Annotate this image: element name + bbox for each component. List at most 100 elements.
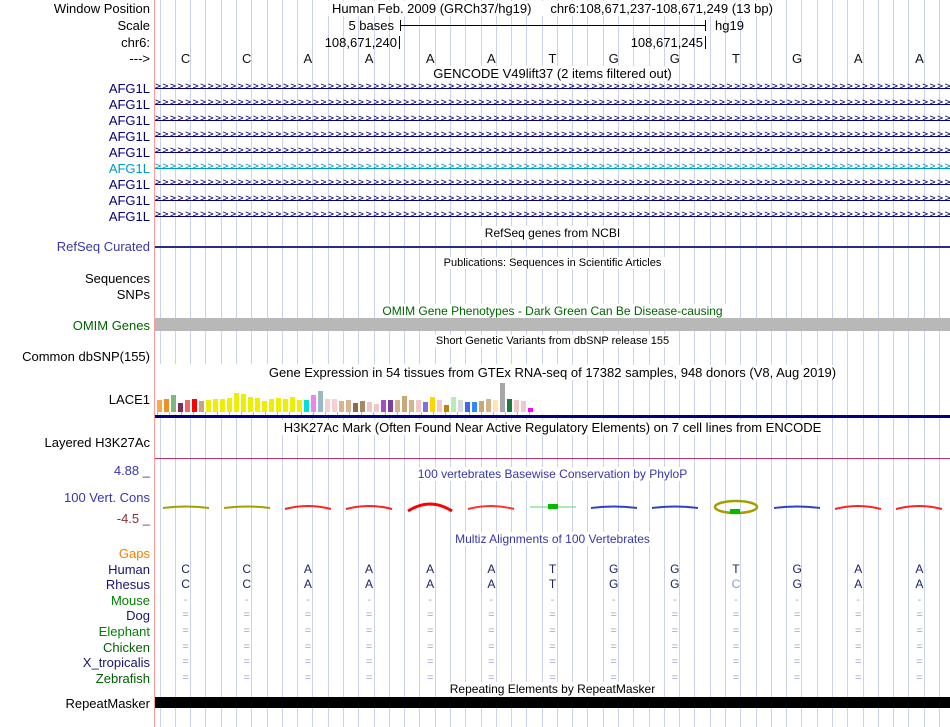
gtex-tissue-bar[interactable] (381, 400, 386, 412)
gtex-tissue-bar[interactable] (472, 402, 477, 412)
gene-row-label[interactable]: AFG1L (0, 82, 150, 95)
multiz-track-title[interactable]: Multiz Alignments of 100 Vertebrates (155, 532, 950, 546)
gtex-tissue-bar[interactable] (346, 400, 351, 412)
gtex-tissue-bar[interactable] (290, 397, 295, 412)
gtex-tissue-bar[interactable] (304, 400, 309, 412)
gene-row-label[interactable]: AFG1L (0, 162, 150, 175)
gtex-tissue-bar[interactable] (409, 400, 414, 412)
gtex-tissue-bar[interactable] (311, 395, 316, 412)
gtex-tissue-bar[interactable] (241, 394, 246, 412)
gene-row[interactable]: >>>>>>>>>>>>>>>>>>>>>>>>>>>>>>>>>>>>>>>>… (155, 175, 950, 190)
gtex-tissue-bar[interactable] (325, 399, 330, 412)
gtex-tissue-bar[interactable] (353, 403, 358, 412)
gtex-tissue-bar[interactable] (402, 396, 407, 412)
gtex-tissue-bar[interactable] (395, 400, 400, 412)
refseq-curated-line[interactable] (155, 246, 950, 248)
conservation-track-title[interactable]: 100 vertebrates Basewise Conservation by… (155, 467, 950, 481)
snps-label[interactable]: SNPs (0, 288, 150, 301)
gtex-tissue-bar[interactable] (171, 395, 176, 412)
gene-row-label[interactable]: AFG1L (0, 210, 150, 223)
refseq-track-title[interactable]: RefSeq genes from NCBI (155, 226, 950, 240)
gene-row-label[interactable]: AFG1L (0, 178, 150, 191)
gene-row-label[interactable]: AFG1L (0, 146, 150, 159)
gtex-tissue-bar[interactable] (297, 400, 302, 412)
gtex-tissue-bar[interactable] (269, 399, 274, 412)
gtex-tissue-bar[interactable] (178, 403, 183, 412)
sequences-label[interactable]: Sequences (0, 272, 150, 285)
gene-row[interactable]: >>>>>>>>>>>>>>>>>>>>>>>>>>>>>>>>>>>>>>>>… (155, 79, 950, 94)
gtex-tissue-bar[interactable] (206, 400, 211, 412)
gtex-tissue-bar[interactable] (521, 401, 526, 412)
gtex-tissue-bar[interactable] (220, 399, 225, 412)
dbsnp-track-title[interactable]: Short Genetic Variants from dbSNP releas… (155, 335, 950, 347)
gtex-tissue-bar[interactable] (479, 401, 484, 412)
gene-row[interactable]: >>>>>>>>>>>>>>>>>>>>>>>>>>>>>>>>>>>>>>>>… (155, 191, 950, 206)
repeatmasker-label[interactable]: RepeatMasker (0, 697, 150, 710)
multiz-row-label[interactable]: Zebrafish (0, 672, 150, 685)
multiz-row-label[interactable]: Human (0, 563, 150, 576)
gtex-tissue-bar[interactable] (227, 398, 232, 412)
gtex-tissue-bar[interactable] (367, 402, 372, 412)
gtex-tissue-bar[interactable] (164, 399, 169, 412)
refseq-curated-label[interactable]: RefSeq Curated (0, 240, 150, 253)
gene-row[interactable]: >>>>>>>>>>>>>>>>>>>>>>>>>>>>>>>>>>>>>>>>… (155, 127, 950, 142)
omim-track-title[interactable]: OMIM Gene Phenotypes - Dark Green Can Be… (155, 304, 950, 318)
gtex-tissue-bar[interactable] (360, 401, 365, 412)
gtex-tissue-bar[interactable] (465, 402, 470, 412)
gene-row[interactable]: >>>>>>>>>>>>>>>>>>>>>>>>>>>>>>>>>>>>>>>>… (155, 207, 950, 222)
gene-row[interactable]: >>>>>>>>>>>>>>>>>>>>>>>>>>>>>>>>>>>>>>>>… (155, 111, 950, 126)
gtex-tissue-bar[interactable] (444, 405, 449, 412)
gtex-tissue-bar[interactable] (500, 383, 505, 412)
gene-row-label[interactable]: AFG1L (0, 194, 150, 207)
gtex-tissue-bar[interactable] (423, 402, 428, 412)
gene-row-label[interactable]: AFG1L (0, 130, 150, 143)
h3k27ac-baseline[interactable] (155, 458, 950, 459)
gtex-tissue-bar[interactable] (416, 400, 421, 412)
common-dbsnp-label[interactable]: Common dbSNP(155) (0, 350, 150, 363)
gtex-tissue-bar[interactable] (332, 399, 337, 412)
layered-h3k27ac-label[interactable]: Layered H3K27Ac (0, 436, 150, 449)
gtex-tissue-bar[interactable] (248, 397, 253, 412)
gtex-tissue-bar[interactable] (388, 400, 393, 412)
multiz-row-label[interactable]: Gaps (0, 547, 150, 560)
gtex-tissue-bar[interactable] (507, 399, 512, 412)
h3k27ac-track-title[interactable]: H3K27Ac Mark (Often Found Near Active Re… (155, 420, 950, 435)
multiz-row-label[interactable]: Elephant (0, 625, 150, 638)
multiz-row-label[interactable]: Chicken (0, 641, 150, 654)
publications-track-title[interactable]: Publications: Sequences in Scientific Ar… (155, 257, 950, 269)
multiz-row-label[interactable]: Dog (0, 609, 150, 622)
gtex-tissue-bar[interactable] (262, 401, 267, 412)
gtex-tissue-bar[interactable] (213, 399, 218, 412)
omim-genes-label[interactable]: OMIM Genes (0, 319, 150, 332)
gene-row[interactable]: >>>>>>>>>>>>>>>>>>>>>>>>>>>>>>>>>>>>>>>>… (155, 95, 950, 110)
gene-row[interactable]: >>>>>>>>>>>>>>>>>>>>>>>>>>>>>>>>>>>>>>>>… (155, 159, 950, 174)
gtex-tissue-bar[interactable] (486, 399, 491, 412)
conservation-label[interactable]: 100 Vert. Cons (0, 491, 150, 504)
gtex-tissue-bar[interactable] (157, 400, 162, 412)
gtex-track-title[interactable]: Gene Expression in 54 tissues from GTEx … (155, 365, 950, 380)
gene-row-label[interactable]: AFG1L (0, 98, 150, 111)
gtex-tissue-bar[interactable] (437, 400, 442, 412)
repeatmasker-track-title[interactable]: Repeating Elements by RepeatMasker (155, 682, 950, 696)
gtex-tissue-bar[interactable] (458, 400, 463, 412)
gtex-tissue-bar[interactable] (318, 391, 323, 412)
gtex-tissue-bar[interactable] (514, 400, 519, 412)
gtex-tissue-bar[interactable] (430, 397, 435, 412)
gtex-tissue-bar[interactable] (339, 401, 344, 412)
gtex-tissue-bar[interactable] (234, 393, 239, 412)
gtex-tissue-bar[interactable] (199, 401, 204, 412)
gtex-tissue-bar[interactable] (185, 400, 190, 412)
gene-row-label[interactable]: AFG1L (0, 114, 150, 127)
gtex-tissue-bar[interactable] (451, 397, 456, 412)
gtex-gene-label[interactable]: LACE1 (0, 393, 150, 406)
multiz-row-label[interactable]: Mouse (0, 594, 150, 607)
gtex-tissue-bar[interactable] (255, 398, 260, 412)
gtex-tissue-bar[interactable] (276, 398, 281, 412)
gtex-tissue-bar[interactable] (192, 399, 197, 412)
repeatmasker-bar[interactable] (155, 697, 950, 708)
gene-row[interactable]: >>>>>>>>>>>>>>>>>>>>>>>>>>>>>>>>>>>>>>>>… (155, 143, 950, 158)
gtex-tissue-bar[interactable] (374, 404, 379, 412)
multiz-row-label[interactable]: Rhesus (0, 578, 150, 591)
multiz-row-label[interactable]: X_tropicalis (0, 656, 150, 669)
gtex-tissue-bar[interactable] (493, 400, 498, 412)
